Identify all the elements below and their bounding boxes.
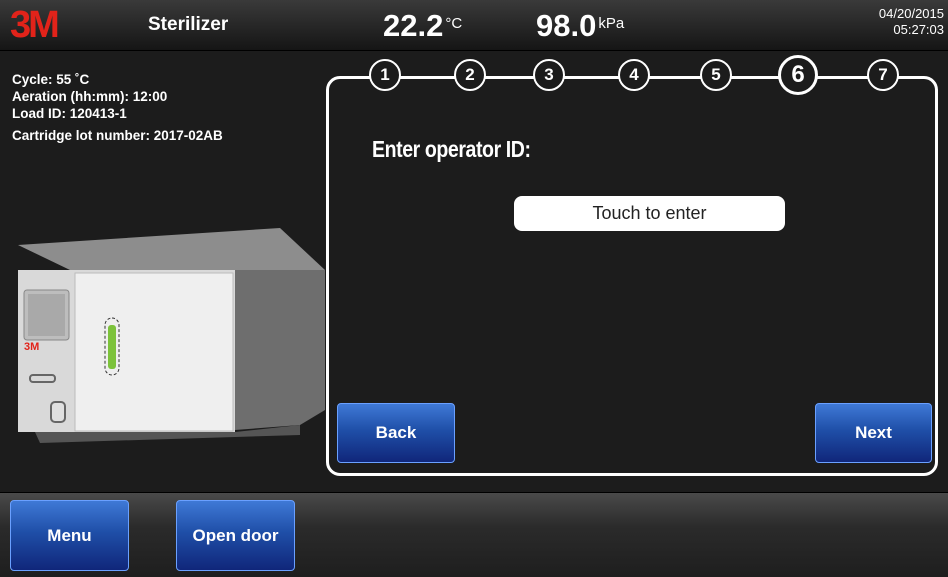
- pressure-readout: 98.0 kPa: [536, 8, 624, 44]
- date-time: 04/20/2015 05:27:03: [879, 6, 944, 38]
- step-2: 2: [454, 59, 486, 91]
- step-6-active: 6: [778, 55, 818, 95]
- open-door-button[interactable]: Open door: [176, 500, 295, 571]
- next-button[interactable]: Next: [815, 403, 932, 463]
- cartridge-indicator: [108, 325, 116, 369]
- date-label: 04/20/2015: [878, 6, 944, 21]
- time-label: 05:27:03: [893, 22, 944, 37]
- machine-port: [50, 401, 66, 423]
- app-title: Sterilizer: [148, 14, 229, 35]
- cartridge-lot-label: Cartridge lot number: 2017-02AB: [12, 128, 223, 143]
- machine-side: [235, 270, 325, 430]
- menu-button[interactable]: Menu: [10, 500, 129, 571]
- step-1: 1: [369, 59, 401, 91]
- operator-id-input[interactable]: Touch to enter: [514, 196, 785, 231]
- temperature-unit: °C: [445, 15, 463, 32]
- temperature-readout: 22.2 °C: [383, 8, 462, 44]
- cycle-info: Cycle: 55 ˚C Aeration (hh:mm): 12:00 Loa…: [12, 72, 223, 145]
- bottom-bar: [0, 492, 948, 577]
- machine-brand-logo: 3M: [24, 341, 39, 353]
- load-id-label: Load ID: 120413-1: [12, 106, 127, 121]
- step-indicator: 1 2 3 4 5 6 7: [320, 55, 940, 96]
- back-button[interactable]: Back: [337, 403, 455, 463]
- step-5: 5: [700, 59, 732, 91]
- pressure-unit: kPa: [598, 15, 625, 32]
- brand-logo: 3M: [10, 4, 60, 46]
- step-7: 7: [867, 59, 899, 91]
- pressure-value: 98.0: [536, 8, 597, 43]
- machine-door: [74, 272, 234, 432]
- top-bar: 3M Sterilizer 22.2 °C 98.0 kPa 04/20/2015 …: [0, 0, 948, 51]
- sterilizer-illustration: 3M: [18, 228, 325, 443]
- cycle-label: Cycle: 55 ˚C: [12, 72, 90, 87]
- step-4: 4: [618, 59, 650, 91]
- step-3: 3: [533, 59, 565, 91]
- operator-id-prompt: Enter operator ID:: [372, 136, 531, 162]
- machine-top: [18, 228, 325, 270]
- aeration-label: Aeration (hh:mm): 12:00: [12, 89, 168, 104]
- temperature-value: 22.2: [383, 8, 444, 43]
- machine-screen-inner: [28, 294, 65, 336]
